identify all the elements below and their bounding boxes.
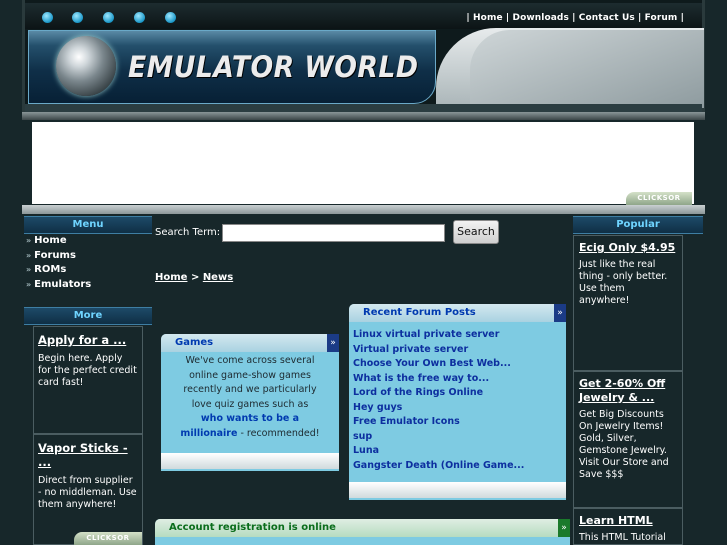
collapse-icon[interactable]: »: [558, 519, 570, 537]
menu-item-emulators[interactable]: » Emulators: [24, 278, 152, 293]
games-text-line: love quiz games such as: [191, 398, 309, 410]
sidebar-ad: Apply for a ... Begin here. Apply for th…: [33, 326, 143, 434]
decorative-dot-icon: [42, 12, 53, 23]
clicksor-ad-logo[interactable]: CLICKSOR: [626, 192, 692, 205]
search-label: Search Term:: [155, 227, 221, 238]
games-text-line: millionaire - recommended!: [161, 427, 339, 442]
sidebar-ad: Vapor Sticks - ... Direct from supplier …: [33, 434, 143, 545]
popular-ad: Ecig Only $4.95 Just like the real thing…: [573, 235, 683, 371]
breadcrumb-news-link[interactable]: News: [203, 272, 233, 283]
globe-logo-icon[interactable]: [56, 36, 116, 96]
decorative-dot-icon: [165, 12, 176, 23]
decorative-dot-icon: [134, 12, 145, 23]
search-button[interactable]: Search: [453, 220, 499, 244]
header-topbar: | Home | Downloads | Contact Us | Forum …: [25, 3, 702, 29]
forum-post-link[interactable]: Free Emulator Icons: [353, 415, 524, 430]
menu-item-forums[interactable]: » Forums: [24, 249, 152, 264]
panel-footer: [161, 453, 339, 469]
top-navigation: | Home | Downloads | Contact Us | Forum …: [466, 13, 684, 23]
menu-item-label: Home: [34, 235, 67, 246]
decorative-dot-icon: [103, 12, 114, 23]
header-bottom-bar: [25, 104, 702, 112]
menu-item-roms[interactable]: » ROMs: [24, 263, 152, 278]
games-link[interactable]: who wants to be a: [161, 412, 339, 427]
forum-post-link[interactable]: Luna: [353, 444, 524, 459]
clicksor-ad-logo[interactable]: CLICKSOR: [74, 532, 142, 545]
more-heading: More: [24, 307, 152, 325]
topnav-forum[interactable]: Forum: [645, 13, 678, 23]
ad-description: Direct from supplier - no middleman. Use…: [38, 475, 137, 510]
ad-description: This HTML Tutorial: [579, 532, 666, 543]
panel-footer: [349, 482, 566, 498]
account-registration-panel: Account registration is online »: [155, 519, 570, 545]
account-panel-title: Account registration is online: [155, 519, 570, 537]
menu-list: » Home » Forums » ROMs » Emulators: [24, 234, 152, 292]
topnav-downloads[interactable]: Downloads: [513, 13, 569, 23]
breadcrumb-home-link[interactable]: Home: [155, 272, 187, 283]
forum-panel-title: Recent Forum Posts: [349, 304, 566, 322]
bullet-icon: »: [26, 279, 32, 289]
topnav-contact[interactable]: Contact Us: [579, 13, 635, 23]
popular-ad: Learn HTML This HTML Tutorial: [573, 508, 683, 545]
games-text-line: recently and we particularly: [183, 384, 317, 395]
ad-title-link[interactable]: Get 2-60% Off Jewelry & ...: [579, 377, 677, 405]
forum-post-link[interactable]: Choose Your Own Best Web...: [353, 357, 524, 372]
ad-description: Just like the real thing - only better. …: [579, 259, 668, 306]
games-text-tail: - recommended!: [237, 427, 320, 439]
games-text-line: online game-show games: [189, 369, 311, 381]
popular-heading: Popular: [573, 216, 703, 234]
menu-item-label: Forums: [34, 249, 76, 261]
ad-title-link[interactable]: Apply for a ...: [38, 333, 138, 347]
forum-post-link[interactable]: Gangster Death (Online Game...: [353, 459, 524, 474]
separator-bar: [22, 205, 705, 214]
forum-post-link[interactable]: Hey guys: [353, 401, 524, 416]
site-logo-text[interactable]: EMULATOR WORLD: [128, 50, 418, 84]
popular-ad: Get 2-60% Off Jewelry & ... Get Big Disc…: [573, 371, 683, 508]
menu-heading: Menu: [24, 216, 152, 234]
forum-posts-panel: Recent Forum Posts » Linux virtual priva…: [349, 304, 566, 500]
bullet-icon: »: [26, 265, 32, 274]
games-panel-body: We've come across several online game-sh…: [161, 354, 339, 441]
ad-description: Get Big Discounts On Jewelry Items! Gold…: [579, 409, 669, 480]
forum-post-link[interactable]: What is the free way to...: [353, 372, 524, 387]
bullet-icon: »: [26, 236, 32, 245]
header-decoration-inner: [470, 30, 704, 108]
separator-bar: [22, 112, 705, 120]
games-panel: Games » We've come across several online…: [161, 334, 339, 471]
collapse-icon[interactable]: »: [554, 304, 566, 322]
games-link[interactable]: millionaire: [180, 428, 237, 439]
menu-item-home[interactable]: » Home: [24, 234, 152, 249]
ad-title-link[interactable]: Learn HTML: [579, 514, 677, 528]
collapse-icon[interactable]: »: [327, 334, 339, 352]
menu-item-label: ROMs: [34, 264, 67, 275]
breadcrumb-separator: >: [190, 272, 200, 283]
banner-ad-area[interactable]: [32, 122, 694, 204]
games-text-line: We've come across several: [185, 355, 315, 366]
ad-title-link[interactable]: Vapor Sticks - ...: [38, 441, 138, 469]
bullet-icon: »: [26, 250, 32, 260]
forum-post-link[interactable]: sup: [353, 430, 524, 445]
menu-item-label: Emulators: [34, 278, 92, 290]
forum-post-link[interactable]: Lord of the Rings Online: [353, 386, 524, 401]
breadcrumb: Home > News: [155, 272, 233, 283]
forum-post-list: Linux virtual private server Virtual pri…: [353, 328, 524, 473]
topnav-home[interactable]: Home: [473, 13, 503, 23]
decorative-dot-icon: [72, 12, 83, 23]
forum-post-link[interactable]: Linux virtual private server: [353, 328, 524, 343]
ad-title-link[interactable]: Ecig Only $4.95: [579, 241, 677, 255]
forum-post-link[interactable]: Virtual private server: [353, 343, 524, 358]
ad-description: Begin here. Apply for the perfect credit…: [38, 353, 137, 388]
search-input[interactable]: [222, 224, 445, 242]
games-panel-title: Games: [161, 334, 339, 352]
